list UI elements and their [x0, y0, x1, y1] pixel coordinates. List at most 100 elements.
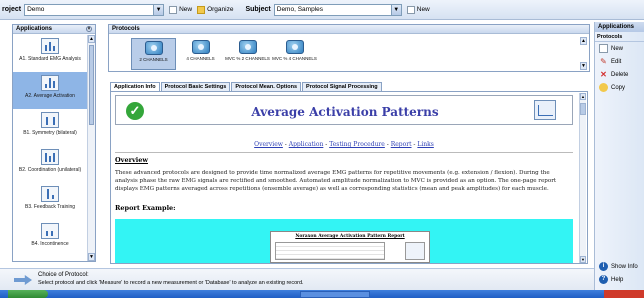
- new-button-label: New: [611, 45, 624, 52]
- app-item-average-activation[interactable]: A2. Average Activation: [13, 72, 87, 109]
- protocol-icon: [238, 40, 257, 54]
- new-protocol-button[interactable]: New: [595, 42, 644, 55]
- app-item-label: B3. Feedback Training: [24, 204, 76, 210]
- edit-icon: ✎: [600, 57, 607, 66]
- hint-text: Select protocol and click 'Measure' to r…: [38, 280, 304, 286]
- chevron-down-icon[interactable]: ▼: [390, 4, 401, 15]
- folder-icon: [197, 5, 206, 14]
- hint-title: Choice of Protocol:: [38, 272, 89, 278]
- nav-link-application[interactable]: Application: [289, 141, 324, 148]
- nav-link-overview[interactable]: Overview: [254, 141, 283, 148]
- applications-panel: Applications × A1. Standard EMG Analysis…: [12, 24, 96, 262]
- scroll-down-icon[interactable]: ▼: [580, 256, 586, 263]
- applications-scrollbar[interactable]: ▲ ▼: [87, 35, 95, 261]
- project-select[interactable]: Demo ▼: [24, 3, 165, 16]
- app-item-feedback-training[interactable]: B3. Feedback Training: [13, 183, 87, 220]
- activation-pattern-icon: [41, 75, 59, 91]
- copy-button-label: Copy: [611, 84, 626, 91]
- report-example-heading: Report Example:: [115, 204, 176, 212]
- chart-thumbnail-icon: [534, 100, 556, 120]
- edit-protocol-button[interactable]: ✎ Edit: [595, 55, 644, 68]
- new-subject-button[interactable]: New: [406, 5, 430, 14]
- document-scrollbar[interactable]: ▲ ▼: [579, 93, 586, 263]
- scroll-down-icon[interactable]: ▼: [88, 253, 95, 261]
- organize-button[interactable]: Organize: [197, 5, 234, 14]
- right-actions-panel: Applications Protocols New ✎ Edit ✕ Dele…: [594, 22, 644, 290]
- tab-protocol-mean-options[interactable]: Protocol Mean. Options: [231, 82, 302, 91]
- app-item-coordination[interactable]: B2. Coordination (unilateral): [13, 146, 87, 183]
- project-select-value: Demo: [27, 6, 45, 13]
- tab-protocol-signal-processing[interactable]: Protocol Signal Processing: [302, 82, 382, 91]
- protocols-scrollbar[interactable]: ▲ ▼: [580, 37, 587, 70]
- subject-select-value: Demo, Samples: [276, 6, 323, 13]
- applications-list: A1. Standard EMG Analysis A2. Average Ac…: [13, 35, 87, 261]
- app-item-label: B4. Incontinence: [31, 241, 69, 247]
- coordination-icon: [41, 149, 59, 165]
- scroll-up-icon[interactable]: ▲: [580, 37, 587, 45]
- new-document-icon: [406, 5, 415, 14]
- protocol-label: 2 CHANNELS: [139, 57, 168, 62]
- pin-icon[interactable]: ×: [86, 26, 92, 32]
- new-subject-label: New: [416, 6, 430, 13]
- help-icon: ?: [599, 275, 608, 284]
- tab-content: ✓ Average Activation Patterns Overview -…: [110, 91, 588, 264]
- chevron-down-icon[interactable]: ▼: [153, 4, 164, 15]
- new-project-label: New: [179, 6, 193, 13]
- taskbar-item[interactable]: [300, 291, 370, 298]
- nav-link-report[interactable]: Report: [391, 141, 412, 148]
- start-button[interactable]: [8, 290, 48, 298]
- help-button[interactable]: ? Help: [595, 273, 644, 286]
- protocol-label: MVC % 4 CHANNELS: [272, 56, 317, 61]
- show-info-button[interactable]: i Show Info: [595, 260, 644, 273]
- app-item-standard-emg[interactable]: A1. Standard EMG Analysis: [13, 35, 87, 72]
- scrollbar-thumb[interactable]: [89, 45, 94, 125]
- new-project-button[interactable]: New: [169, 5, 193, 14]
- right-panel-bottom: i Show Info ? Help: [595, 260, 644, 286]
- system-tray: [604, 290, 644, 298]
- protocol-icon: [285, 40, 304, 54]
- info-icon: i: [599, 262, 608, 271]
- app-item-incontinence[interactable]: B4. Incontinence: [13, 220, 87, 257]
- project-label: roject: [2, 6, 22, 13]
- protocol-mvc-4-channels[interactable]: MVC % 4 CHANNELS: [272, 38, 317, 70]
- content-area: Application Info Protocol Basic Settings…: [108, 78, 590, 264]
- report-chart-preview: [405, 242, 425, 260]
- scroll-up-icon[interactable]: ▲: [580, 93, 586, 100]
- right-panel-header: Applications: [595, 22, 644, 32]
- protocol-list: 2 CHANNELS 4 CHANNELS MVC % 2 CHANNELS M…: [131, 38, 319, 70]
- nav-link-testing-procedure[interactable]: Testing Procedure: [329, 141, 385, 148]
- incontinence-icon: [41, 223, 59, 239]
- scroll-down-icon[interactable]: ▼: [580, 62, 587, 70]
- edit-button-label: Edit: [611, 58, 622, 65]
- scroll-up-icon[interactable]: ▲: [88, 35, 95, 43]
- help-label: Help: [611, 276, 624, 283]
- protocol-icon: [144, 41, 163, 55]
- protocol-mvc-2-channels[interactable]: MVC % 2 CHANNELS: [225, 38, 270, 70]
- protocol-4-channels[interactable]: 4 CHANNELS: [178, 38, 223, 70]
- report-sheet-title: Noraxon Average Activation Pattern Repor…: [295, 234, 405, 239]
- tab-protocol-basic-settings[interactable]: Protocol Basic Settings: [160, 82, 231, 91]
- tab-bar: Application Info Protocol Basic Settings…: [110, 82, 383, 91]
- divider: [115, 152, 573, 153]
- symmetry-icon: [41, 112, 59, 128]
- nav-link-links[interactable]: Links: [417, 141, 433, 148]
- copy-protocol-button[interactable]: Copy: [595, 81, 644, 94]
- delete-protocol-button[interactable]: ✕ Delete: [595, 68, 644, 81]
- protocols-panel-title: Protocols: [109, 25, 589, 34]
- copy-icon: [599, 83, 608, 92]
- subject-select[interactable]: Demo, Samples ▼: [273, 3, 402, 16]
- app-item-label: A2. Average Activation: [25, 93, 75, 99]
- arrow-right-icon: [14, 275, 32, 285]
- show-info-label: Show Info: [611, 263, 638, 270]
- delete-icon: ✕: [600, 70, 607, 79]
- protocol-label: 4 CHANNELS: [186, 56, 215, 61]
- app-item-label: A1. Standard EMG Analysis: [19, 56, 81, 62]
- protocols-title-text: Protocols: [112, 26, 140, 32]
- app-item-symmetry[interactable]: B1. Symmetry (bilateral): [13, 109, 87, 146]
- scrollbar-thumb[interactable]: [580, 103, 586, 115]
- protocol-2-channels[interactable]: 2 CHANNELS: [131, 38, 176, 70]
- app-item-label: B1. Symmetry (bilateral): [23, 130, 77, 136]
- organize-label: Organize: [207, 6, 234, 13]
- protocol-label: MVC % 2 CHANNELS: [225, 56, 270, 61]
- tab-application-info[interactable]: Application Info: [110, 82, 160, 91]
